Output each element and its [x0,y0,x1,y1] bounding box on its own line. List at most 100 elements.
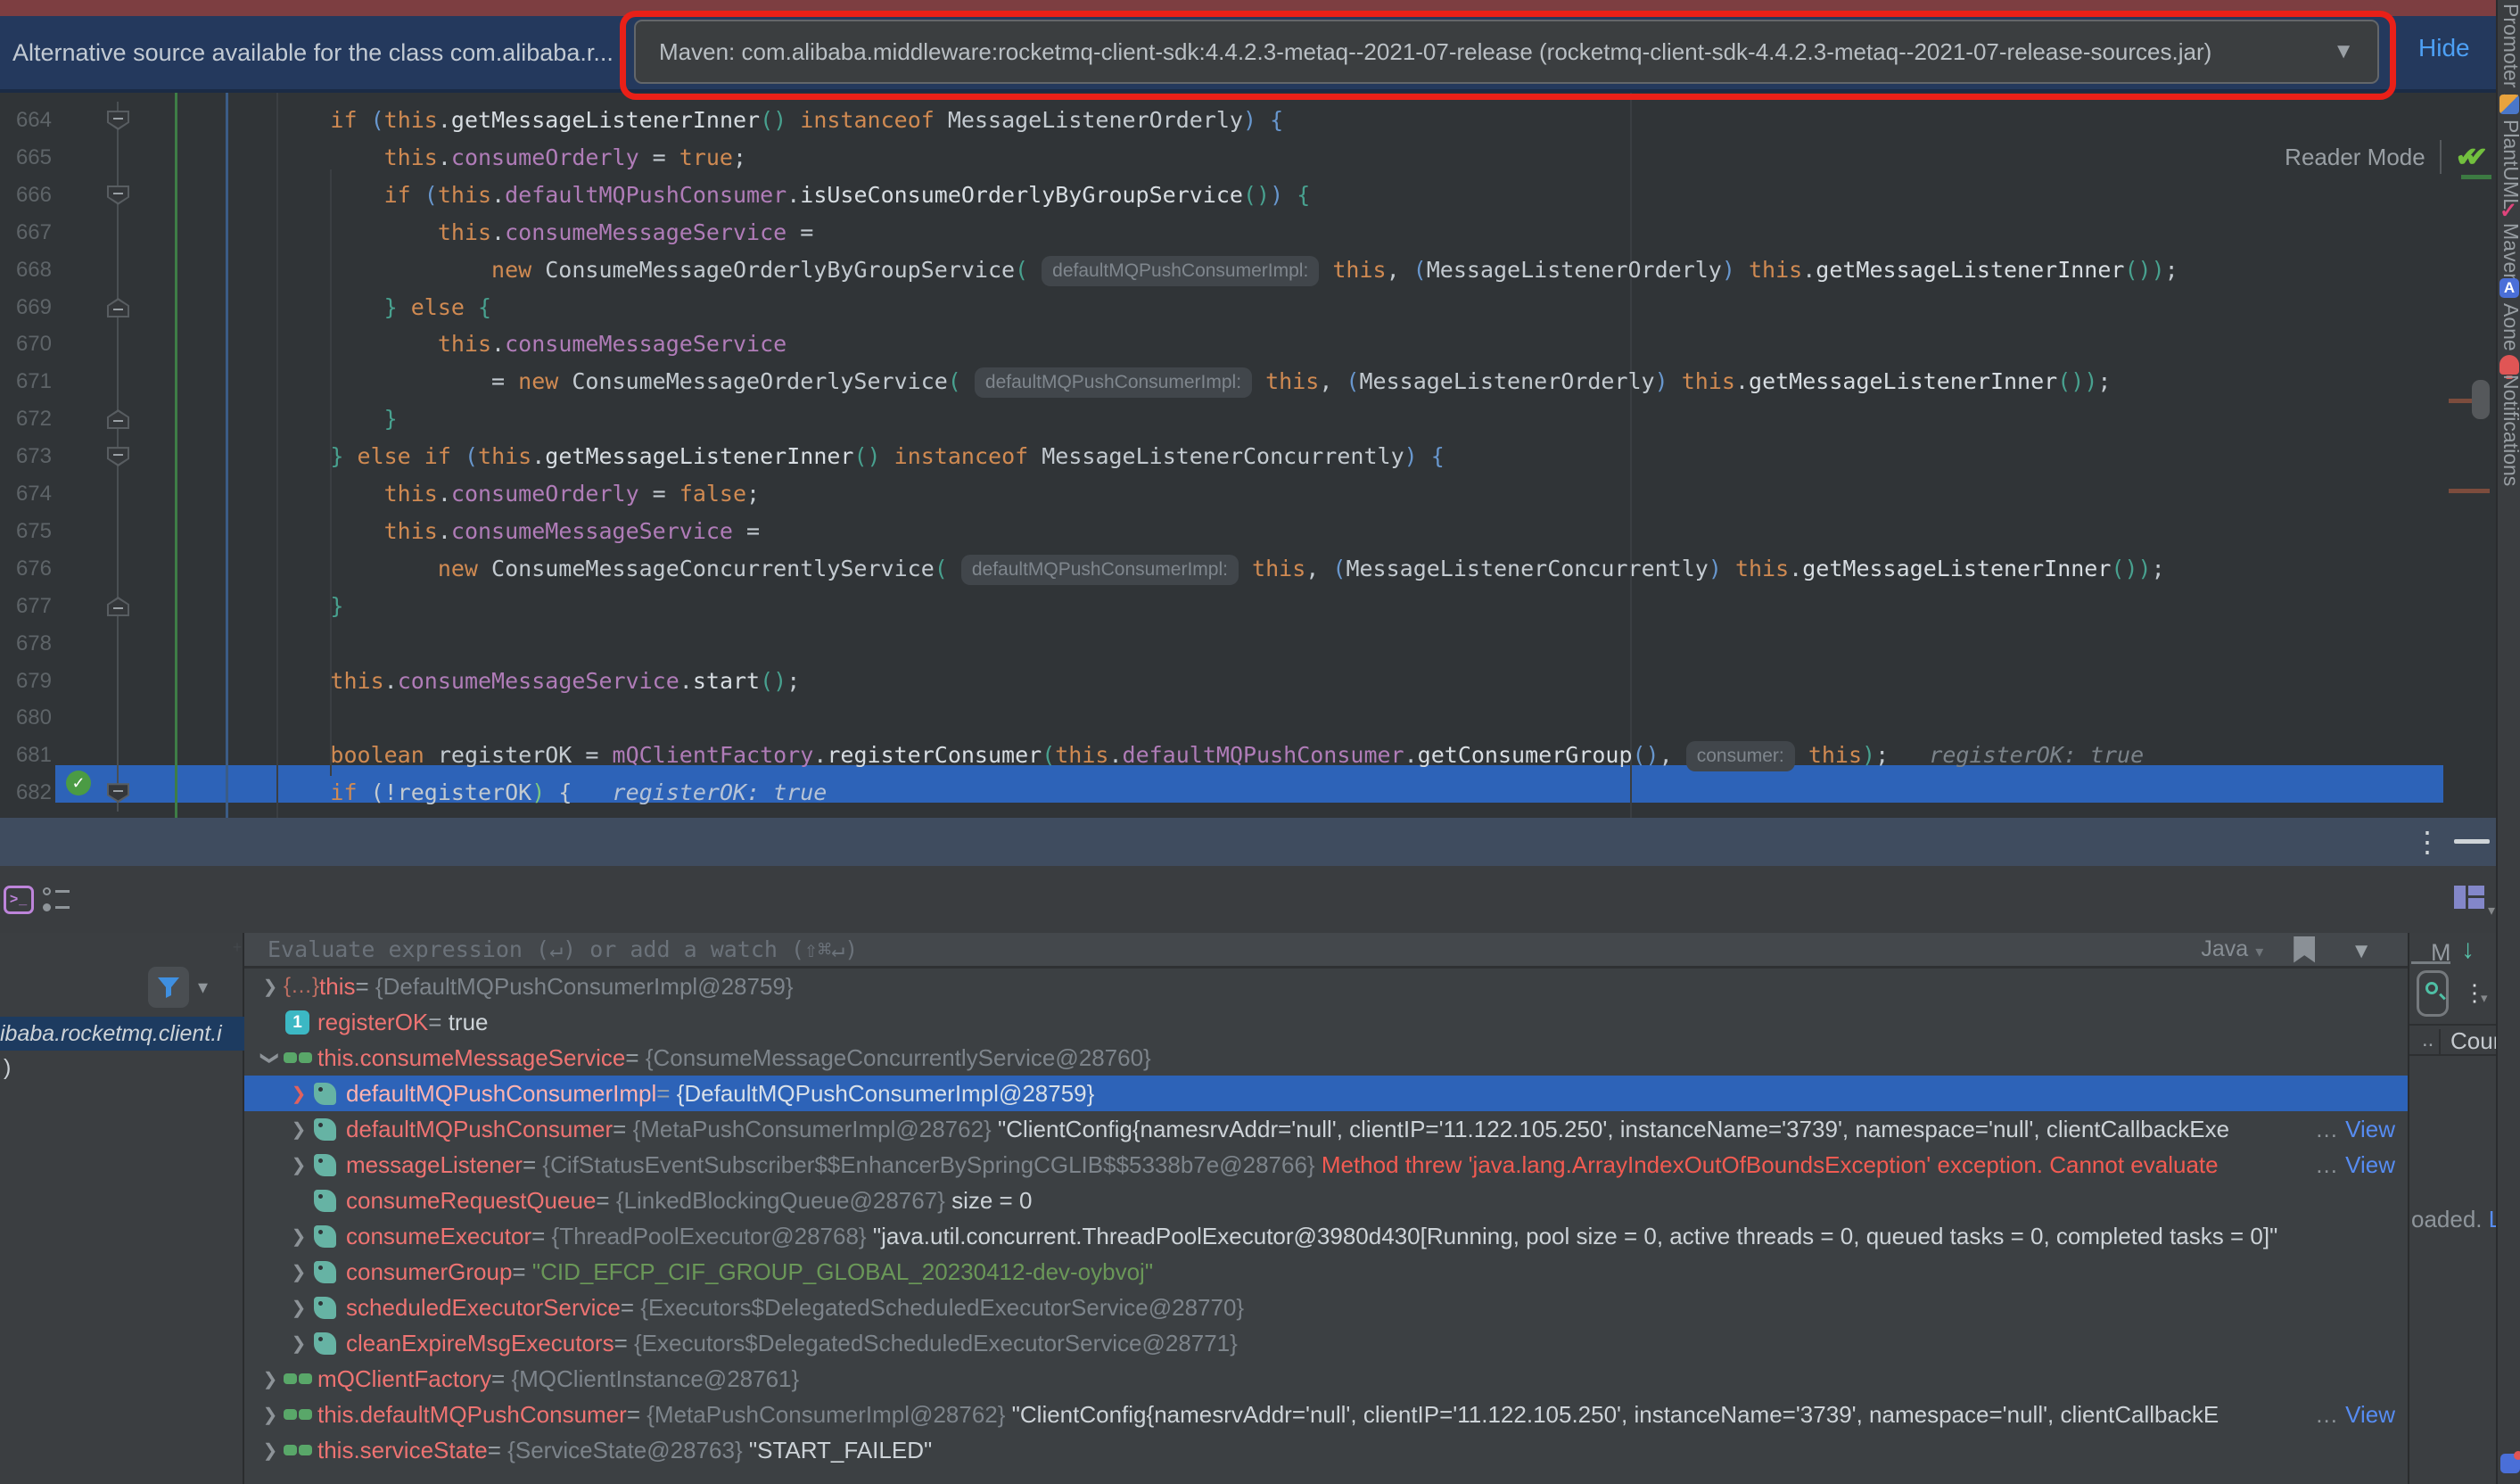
expand-chevron-icon[interactable]: ❯ [257,976,284,998]
expand-chevron-icon[interactable]: ❯ [285,1297,312,1319]
language-selector[interactable]: Java [2201,936,2248,962]
variable-row-consumeExecutor[interactable]: ❯consumeExecutor = {ThreadPoolExecutor@2… [244,1218,2408,1254]
tool-stripe-notifications[interactable]: Notifications [2499,375,2520,486]
code-line-678[interactable] [0,625,2443,663]
plantuml-icon[interactable] [2499,95,2519,114]
terminal-icon[interactable]: >_ [4,886,34,914]
code-line-680[interactable] [0,699,2443,737]
code-line-681[interactable]: boolean registerOK = mQClientFactory.reg… [0,737,2443,774]
memory-col-count: Count [2450,1027,2496,1055]
debug-toolbar-row[interactable]: >_ ▾ [0,866,2496,933]
code-line-676[interactable]: new ConsumeMessageConcurrentlyService( d… [0,550,2443,588]
code-line-682[interactable]: if (!registerOK) { registerOK: true [0,774,2443,812]
variable-row-consumerGroup[interactable]: ❯consumerGroup = "CID_EFCP_CIF_GROUP_GLO… [244,1254,2408,1290]
code-line-671[interactable]: = new ConsumeMessageOrderlyService( defa… [0,363,2443,400]
code-line-679[interactable]: this.consumeMessageService.start(); [0,663,2443,700]
code-line-673[interactable]: } else if (this.getMessageListenerInner(… [0,438,2443,475]
variable-value: = {ThreadPoolExecutor@28768} "java.util.… [531,1223,2277,1250]
code-line-669[interactable]: } else { [0,289,2443,326]
variables-tree[interactable]: ❯{…}this = {DefaultMQPushConsumerImpl@28… [244,969,2408,1484]
memory-load-link[interactable]: L [2489,1206,2496,1233]
divider [2440,140,2442,174]
error-stripe-mark[interactable] [2449,489,2490,493]
plus-icon: + [226,938,248,957]
history-chevron-icon[interactable]: ▼ [2351,939,2372,964]
debug-tool-window-header[interactable]: ⋮ [0,818,2520,866]
reader-mode-widget[interactable]: Reader Mode ✔✔ [2285,139,2488,175]
variable-row-consumeRequestQueue[interactable]: consumeRequestQueue = {LinkedBlockingQue… [244,1183,2408,1218]
tool-stripe-aone[interactable]: Aone [2499,303,2520,351]
expand-chevron-icon[interactable]: ❯ [257,1368,284,1390]
hide-banner-link[interactable]: Hide [2418,21,2470,75]
variable-row-this.serviceState[interactable]: ❯this.serviceState = {ServiceState@28763… [244,1432,2408,1468]
source-jar-dropdown[interactable]: Maven: com.alibaba.middleware:rocketmq-c… [634,20,2379,84]
code-line-670[interactable]: this.consumeMessageService [0,326,2443,363]
variable-name: this [319,973,355,1001]
frames-panel[interactable]: ▾ ibaba.rocketmq.client.i ) [0,933,244,1484]
expand-chevron-icon[interactable]: ❯ [285,1118,312,1141]
expand-chevron-icon[interactable]: ❯ [259,1044,282,1071]
editor-scrollbar-thumb[interactable] [2472,380,2490,419]
truncation-ellipsis: … [2315,1151,2338,1179]
view-value-link[interactable]: View [2345,1116,2395,1143]
memory-column-header[interactable]: .. Count [2409,1024,2496,1056]
code-line-675[interactable]: this.consumeMessageService = [0,513,2443,550]
variable-row-messageListener[interactable]: ❯messageListener = {CifStatusEventSubscr… [244,1147,2408,1183]
column-divider[interactable] [2439,1029,2441,1054]
load-classes-arrow-icon[interactable]: ↓ [2461,935,2475,965]
error-stripe-mark[interactable] [2449,399,2472,403]
code-line-664[interactable]: if (this.getMessageListenerInner() insta… [0,102,2443,139]
code-line-677[interactable]: } [0,588,2443,625]
tool-stripe-plantuml[interactable]: PlantUML [2499,120,2520,210]
variable-row-defaultMQPushConsumerImpl[interactable]: ❯defaultMQPushConsumerImpl = {DefaultMQP… [244,1076,2408,1111]
expand-chevron-icon[interactable]: ❯ [285,1261,312,1283]
expand-chevron-icon[interactable]: ❯ [257,1404,284,1426]
kebab-menu-icon[interactable]: ⋮ [2413,821,2440,862]
variable-row-this[interactable]: ❯{…}this = {DefaultMQPushConsumerImpl@28… [244,969,2408,1004]
variable-name: cleanExpireMsgExecutors [346,1330,614,1357]
variable-row-scheduledExecutorService[interactable]: ❯scheduledExecutorService = {Executors$D… [244,1290,2408,1325]
maven-check-icon[interactable]: ✓ [2499,198,2517,224]
layout-settings-icon[interactable] [2454,886,2484,909]
evaluate-expression-input[interactable]: Evaluate expression (↵) or add a watch (… [268,936,2201,962]
code-line-666[interactable]: if (this.defaultMQPushConsumer.isUseCons… [0,177,2443,214]
variable-row-registerOK[interactable]: 1registerOK = true [244,1004,2408,1040]
filter-frames-button[interactable] [148,967,189,1008]
code-line-668[interactable]: new ConsumeMessageOrderlyByGroupService(… [0,251,2443,289]
memory-search-button[interactable] [2417,970,2449,1017]
aone-icon[interactable]: A [2499,278,2519,298]
code-line-674[interactable]: this.consumeOrderly = false; [0,475,2443,513]
expand-chevron-icon[interactable]: ❯ [285,1332,312,1355]
expand-chevron-icon[interactable]: ❯ [285,1225,312,1248]
evaluate-expression-bar[interactable]: Evaluate expression (↵) or add a watch (… [244,933,2408,969]
view-value-link[interactable]: View [2345,1401,2395,1429]
stack-frame-text[interactable]: ) [4,1051,11,1084]
expand-chevron-icon[interactable]: ❯ [285,1154,312,1176]
code-line-665[interactable]: this.consumeOrderly = true; [0,139,2443,177]
code-line-667[interactable]: this.consumeMessageService = [0,214,2443,251]
tool-stripe-maven[interactable]: Maven [2499,223,2520,284]
minimize-icon[interactable] [2454,839,2490,844]
selected-stack-frame[interactable]: ibaba.rocketmq.client.i [0,1017,244,1051]
variable-row-this.consumeMessageService[interactable]: ❯this.consumeMessageService = {ConsumeMe… [244,1040,2408,1076]
right-tool-window-stripe[interactable]: Promoter X PlantUML ✓ Maven A Aone Notif… [2496,0,2520,1484]
memory-status-message[interactable]: oaded. L [2411,1206,2496,1233]
memory-view-panel[interactable]: M ↓ ⋮ ▾ .. Count oaded. L [2408,933,2496,1484]
expand-chevron-icon[interactable]: ❯ [285,1083,312,1105]
variable-row-mQClientFactory[interactable]: ❯mQClientFactory = {MQClientInstance@287… [244,1361,2408,1397]
code-line-672[interactable]: } [0,400,2443,438]
variable-row-this.defaultMQPushConsumer[interactable]: ❯this.defaultMQPushConsumer = {MetaPushC… [244,1397,2408,1432]
notification-corner-icon[interactable] [2500,1454,2520,1473]
variable-name: defaultMQPushConsumer [346,1116,613,1143]
variable-row-cleanExpireMsgExecutors[interactable]: ❯cleanExpireMsgExecutors = {Executors$De… [244,1325,2408,1361]
tool-stripe-promoter[interactable]: Promoter X [2499,4,2520,107]
chevron-down-icon[interactable]: ▾ [198,976,208,999]
bookmark-add-icon[interactable] [2294,936,2315,963]
code-editor[interactable]: 6646656666676686696706716726736746756766… [0,93,2520,818]
banner-message: Alternative source available for the cla… [12,16,614,89]
variable-row-defaultMQPushConsumer[interactable]: ❯defaultMQPushConsumer = {MetaPushConsum… [244,1111,2408,1147]
notifications-bell-icon[interactable] [2499,355,2519,375]
inspections-ok-check-icon[interactable]: ✔✔ [2456,142,2488,173]
view-value-link[interactable]: View [2345,1151,2395,1179]
expand-chevron-icon[interactable]: ❯ [257,1439,284,1462]
